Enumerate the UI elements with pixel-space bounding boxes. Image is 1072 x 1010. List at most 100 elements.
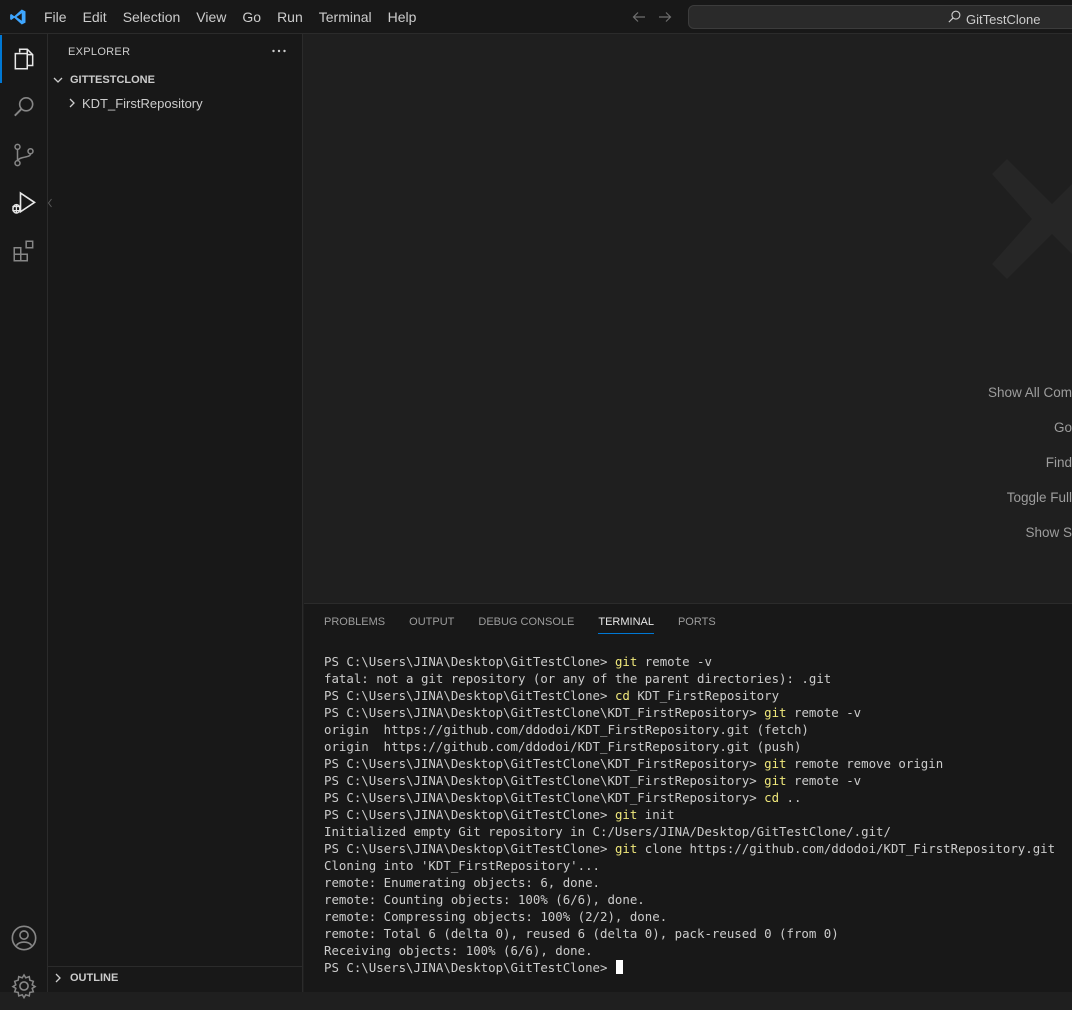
- terminal-line: fatal: not a git repository (or any of t…: [324, 670, 1072, 687]
- tree-item-folder[interactable]: KDT_FirstRepository: [64, 92, 203, 114]
- panel-tabs: PROBLEMS OUTPUT DEBUG CONSOLE TERMINAL P…: [324, 604, 716, 640]
- terminal-line: origin https://github.com/ddodoi/KDT_Fir…: [324, 721, 1072, 738]
- terminal-command: git: [614, 654, 638, 669]
- chevron-right-icon: [64, 95, 80, 111]
- terminal-output-text: Cloning into 'KDT_FirstRepository'...: [324, 858, 601, 873]
- source-control-icon[interactable]: [0, 131, 48, 179]
- shortcut-show-all-commands: Show All Com: [987, 385, 1072, 400]
- terminal-command: git: [764, 705, 787, 720]
- terminal-line: PS C:\Users\JINA\Desktop\GitTestClone\KD…: [324, 772, 1072, 789]
- folder-label: KDT_FirstRepository: [82, 95, 203, 111]
- terminal-output-text: remote: Counting objects: 100% (6/6), do…: [324, 892, 645, 907]
- terminal-line: origin https://github.com/ddodoi/KDT_Fir…: [324, 738, 1072, 755]
- terminal-prompt: PS C:\Users\JINA\Desktop\GitTestClone>: [324, 960, 615, 975]
- terminal-prompt: PS C:\Users\JINA\Desktop\GitTestClone>: [324, 688, 615, 703]
- terminal-command: cd: [764, 790, 780, 805]
- workspace-section-header[interactable]: GITTESTCLONE: [48, 69, 302, 91]
- tab-ports[interactable]: PORTS: [678, 604, 716, 640]
- command-center-search[interactable]: GitTestClone: [688, 5, 1072, 29]
- outline-title: OUTLINE: [70, 972, 119, 984]
- terminal-command: git: [614, 841, 638, 856]
- outline-section-header[interactable]: OUTLINE: [48, 966, 302, 989]
- go-forward-icon[interactable]: [656, 8, 674, 26]
- terminal-prompt: PS C:\Users\JINA\Desktop\GitTestClone\KD…: [324, 756, 765, 771]
- sidebar-collapse-handle[interactable]: [47, 196, 52, 208]
- shortcut-show-settings: Show S: [1025, 525, 1072, 540]
- terminal-output-text: remote: Total 6 (delta 0), reused 6 (del…: [324, 926, 839, 941]
- terminal-line: PS C:\Users\JINA\Desktop\GitTestClone\KD…: [324, 755, 1072, 772]
- search-icon: [947, 9, 962, 29]
- account-icon[interactable]: [0, 914, 48, 962]
- menu-bar: File Edit Selection View Go Run Terminal…: [36, 0, 424, 34]
- terminal-command-args: clone https://github.com/ddodoi/KDT_Firs…: [637, 841, 1056, 856]
- terminal-prompt: PS C:\Users\JINA\Desktop\GitTestClone>: [324, 654, 615, 669]
- terminal-command: git: [764, 756, 787, 771]
- terminal-prompt: PS C:\Users\JINA\Desktop\GitTestClone\KD…: [324, 705, 765, 720]
- explorer-icon[interactable]: [0, 35, 48, 83]
- vscode-watermark-icon: [972, 144, 1072, 309]
- terminal-cursor: [615, 960, 623, 974]
- title-bar: File Edit Selection View Go Run Terminal…: [0, 0, 1072, 34]
- go-back-icon[interactable]: [630, 8, 648, 26]
- terminal-prompt: PS C:\Users\JINA\Desktop\GitTestClone\KD…: [324, 773, 765, 788]
- terminal-line: PS C:\Users\JINA\Desktop\GitTestClone>: [324, 959, 1072, 976]
- vscode-logo-icon: [0, 0, 36, 34]
- terminal-line: PS C:\Users\JINA\Desktop\GitTestClone\KD…: [324, 789, 1072, 806]
- search-icon[interactable]: [0, 83, 48, 131]
- editor-area: Show All Com Go Find Toggle Full Show S: [304, 34, 1072, 603]
- terminal-command: cd: [614, 688, 630, 703]
- terminal-output-text: fatal: not a git repository (or any of t…: [324, 671, 832, 686]
- terminal-line: remote: Compressing objects: 100% (2/2),…: [324, 908, 1072, 925]
- shortcut-go-to-file: Go: [1053, 420, 1072, 435]
- tab-debug-console[interactable]: DEBUG CONSOLE: [478, 604, 574, 640]
- menu-view[interactable]: View: [188, 0, 234, 34]
- menu-run[interactable]: Run: [269, 0, 311, 34]
- terminal-output-text: origin https://github.com/ddodoi/KDT_Fir…: [324, 739, 802, 754]
- terminal-line: PS C:\Users\JINA\Desktop\GitTestClone> g…: [324, 840, 1072, 857]
- terminal-command: git: [614, 807, 638, 822]
- menu-edit[interactable]: Edit: [75, 0, 115, 34]
- terminal-prompt: PS C:\Users\JINA\Desktop\GitTestClone>: [324, 841, 615, 856]
- terminal-line: PS C:\Users\JINA\Desktop\GitTestClone\KD…: [324, 704, 1072, 721]
- tab-terminal[interactable]: TERMINAL: [598, 604, 654, 640]
- terminal-line: PS C:\Users\JINA\Desktop\GitTestClone> g…: [324, 806, 1072, 823]
- terminal-command-args: init: [637, 807, 675, 822]
- run-debug-icon[interactable]: [0, 179, 48, 227]
- ellipsis-icon[interactable]: [270, 42, 288, 60]
- menu-go[interactable]: Go: [234, 0, 269, 34]
- terminal-line: PS C:\Users\JINA\Desktop\GitTestClone> g…: [324, 653, 1072, 670]
- terminal-command-args: ..: [779, 790, 802, 805]
- terminal-command-args: remote -v: [786, 705, 862, 720]
- shortcut-toggle-full-screen: Toggle Full: [1006, 490, 1072, 505]
- terminal-command: git: [764, 773, 787, 788]
- menu-file[interactable]: File: [36, 0, 75, 34]
- terminal-prompt: PS C:\Users\JINA\Desktop\GitTestClone\KD…: [324, 790, 765, 805]
- settings-gear-icon[interactable]: [0, 962, 48, 1010]
- menu-selection[interactable]: Selection: [115, 0, 189, 34]
- explorer-sidebar: EXPLORER GITTESTCLONE KDT_FirstRepositor…: [48, 34, 303, 992]
- terminal-output-text: Initialized empty Git repository in C:/U…: [324, 824, 891, 839]
- terminal-command-args: KDT_FirstRepository: [629, 688, 780, 703]
- terminal-line: PS C:\Users\JINA\Desktop\GitTestClone> c…: [324, 687, 1072, 704]
- terminal-output-text: origin https://github.com/ddodoi/KDT_Fir…: [324, 722, 809, 737]
- bottom-panel: PROBLEMS OUTPUT DEBUG CONSOLE TERMINAL P…: [304, 603, 1072, 992]
- tab-output[interactable]: OUTPUT: [409, 604, 454, 640]
- extensions-icon[interactable]: [0, 227, 48, 275]
- terminal-output[interactable]: PS C:\Users\JINA\Desktop\GitTestClone> g…: [324, 653, 1072, 976]
- activity-bar: [0, 34, 48, 1000]
- sidebar-title: EXPLORER: [68, 46, 131, 58]
- terminal-output-text: remote: Compressing objects: 100% (2/2),…: [324, 909, 668, 924]
- terminal-line: remote: Total 6 (delta 0), reused 6 (del…: [324, 925, 1072, 942]
- terminal-line: remote: Counting objects: 100% (6/6), do…: [324, 891, 1072, 908]
- terminal-command-args: remote remove origin: [786, 756, 944, 771]
- terminal-line: Cloning into 'KDT_FirstRepository'...: [324, 857, 1072, 874]
- chevron-right-icon: [50, 970, 66, 986]
- menu-terminal[interactable]: Terminal: [311, 0, 380, 34]
- terminal-output-text: remote: Enumerating objects: 6, done.: [324, 875, 601, 890]
- workspace-name: GITTESTCLONE: [70, 74, 155, 86]
- terminal-prompt: PS C:\Users\JINA\Desktop\GitTestClone>: [324, 807, 615, 822]
- tab-problems[interactable]: PROBLEMS: [324, 604, 385, 640]
- navigation-arrows: [630, 0, 674, 34]
- terminal-line: Receiving objects: 100% (6/6), done.: [324, 942, 1072, 959]
- menu-help[interactable]: Help: [380, 0, 425, 34]
